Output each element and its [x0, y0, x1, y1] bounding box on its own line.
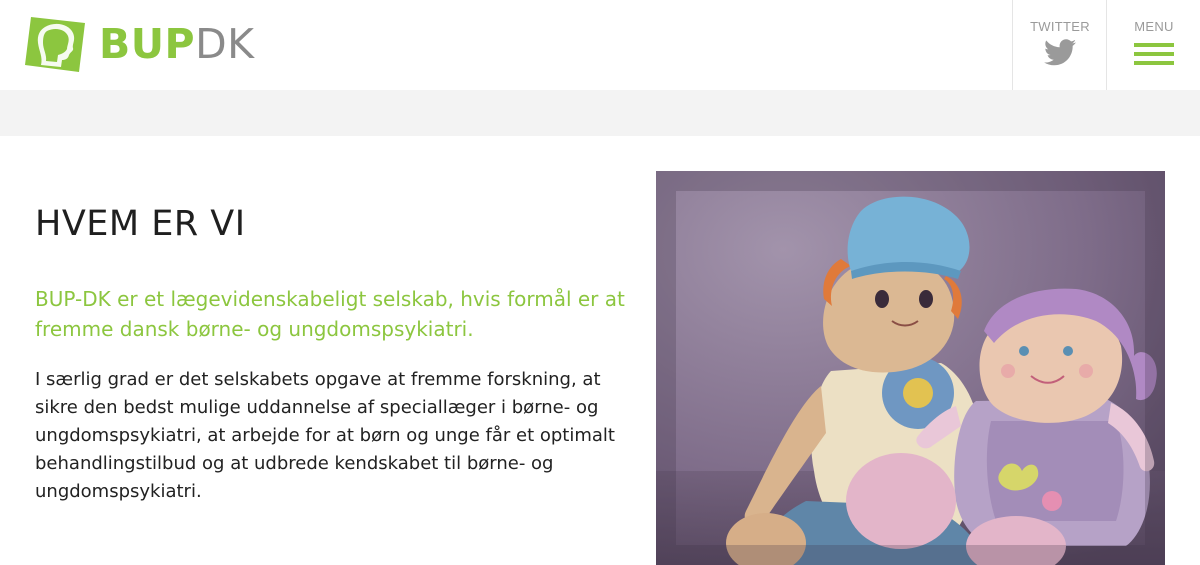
grey-banner [0, 90, 1200, 136]
site-logo[interactable]: BUPDK [25, 15, 255, 73]
logo-mark-icon [25, 17, 85, 72]
body-paragraph: I særlig grad er det selskabets opgave a… [35, 369, 615, 502]
logo-text-bup: BUP [99, 19, 196, 68]
logo-wordmark: BUPDK [99, 23, 255, 65]
page-title: HVEM ER VI [35, 204, 246, 244]
menu-button[interactable]: MENU [1106, 0, 1200, 90]
dolls-illustration [656, 171, 1165, 565]
twitter-link[interactable]: TWITTER [1012, 0, 1107, 90]
logo-text-dk: DK [195, 19, 255, 68]
twitter-bird-icon [1044, 39, 1076, 66]
menu-label: MENU [1134, 19, 1174, 34]
lead-paragraph: BUP-DK er et lægevidenskabeligt selskab,… [35, 287, 625, 341]
twitter-label: TWITTER [1030, 19, 1090, 34]
site-header: BUPDK TWITTER MENU [0, 0, 1200, 90]
hamburger-menu-icon [1134, 43, 1174, 70]
dolls-photo [656, 171, 1165, 565]
